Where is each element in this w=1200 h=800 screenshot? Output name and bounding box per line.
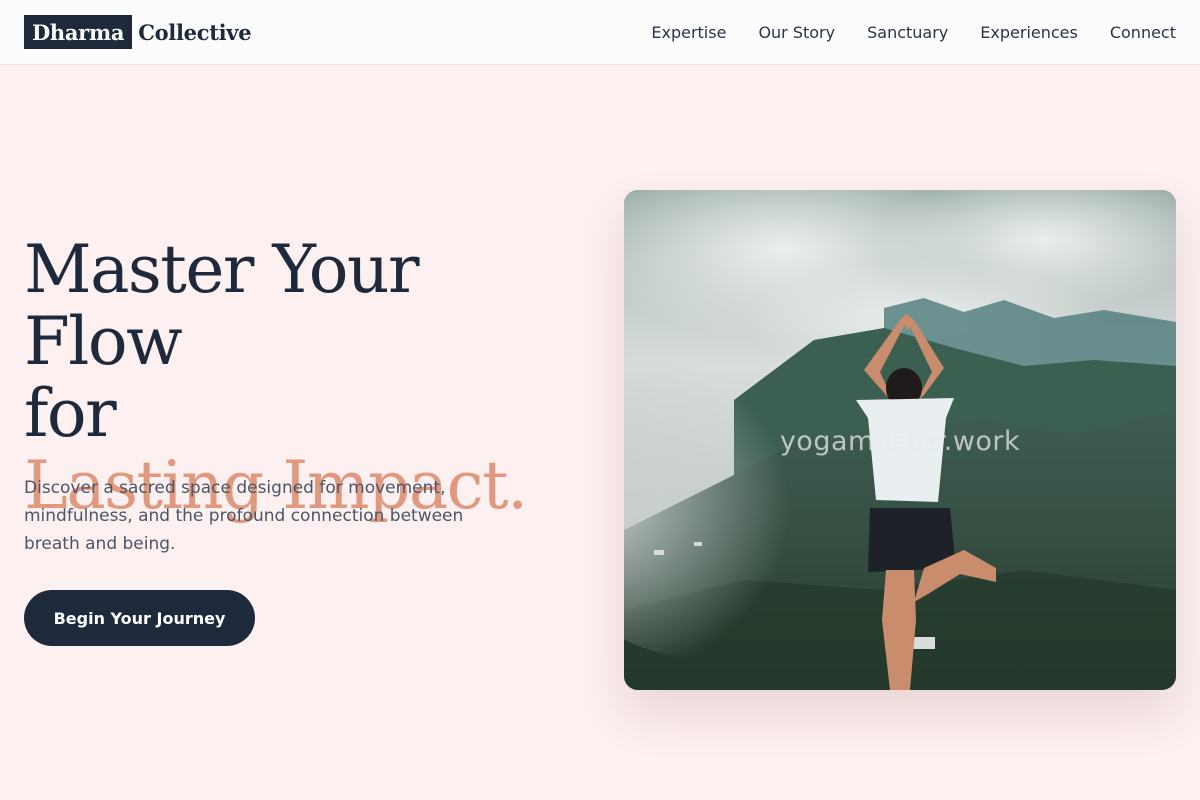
brand-logo[interactable]: Dharma Collective	[24, 15, 252, 49]
begin-journey-button[interactable]: Begin Your Journey	[24, 590, 255, 646]
hero-title-line2: for	[24, 375, 117, 452]
hero-description: Discover a sacred space designed for mov…	[24, 478, 464, 554]
nav-link-experiences[interactable]: Experiences	[980, 23, 1078, 42]
nav-link-sanctuary[interactable]: Sanctuary	[867, 23, 948, 42]
nav-link-expertise[interactable]: Expertise	[651, 23, 726, 42]
image-watermark: yogamaster.work	[779, 426, 1021, 457]
logo-wordmark: Collective	[138, 19, 252, 45]
site-header: Dharma Collective Expertise Our Story Sa…	[0, 0, 1200, 65]
nav-link-our-story[interactable]: Our Story	[758, 23, 835, 42]
hero-image: yogamaster.work	[624, 190, 1176, 690]
nav-link-connect[interactable]: Connect	[1110, 23, 1176, 42]
hero-title-line1: Master Your Flow	[24, 231, 420, 380]
logo-mark: Dharma	[24, 15, 133, 49]
page: Dharma Collective Expertise Our Story Sa…	[0, 0, 1200, 800]
main-nav: Expertise Our Story Sanctuary Experience…	[651, 0, 1176, 64]
